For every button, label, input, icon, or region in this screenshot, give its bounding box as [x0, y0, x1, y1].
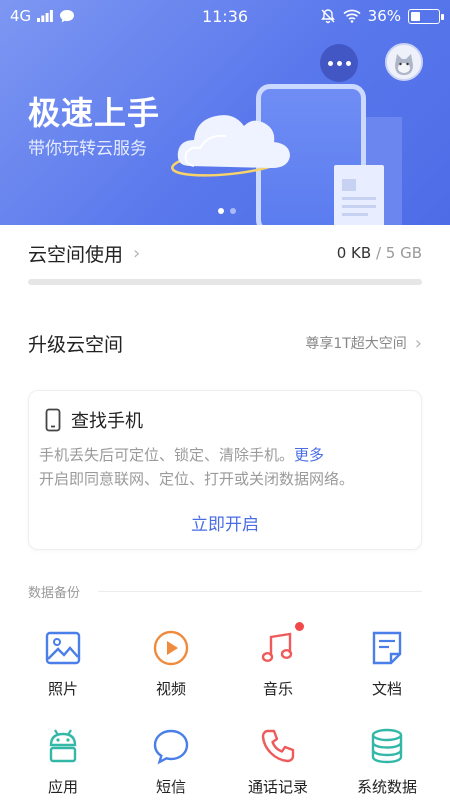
find-phone-description: 手机丢失后可定位、锁定、清除手机。更多 开启即同意联网、定位、打开或关闭数据网络… — [39, 443, 414, 491]
backup-item-label: 文档 — [371, 680, 402, 698]
cloud-usage-row[interactable]: 云空间使用 › 0 KB / 5 GB — [28, 238, 422, 268]
chevron-right-icon: › — [133, 242, 141, 264]
find-phone-desc-line2: 开启即同意联网、定位、打开或关闭数据网络。 — [39, 470, 355, 488]
network-type: 4G — [10, 7, 32, 25]
find-phone-desc-line1: 手机丢失后可定位、锁定、清除手机。 — [39, 446, 295, 464]
usage-value: 0 KB / 5 GB — [337, 244, 422, 262]
phone-call-icon — [258, 726, 298, 766]
mute-bell-icon — [320, 9, 335, 24]
find-phone-card: 查找手机 手机丢失后可定位、锁定、清除手机。更多 开启即同意联网、定位、打开或关… — [28, 390, 422, 550]
find-phone-more-link[interactable]: 更多 — [294, 446, 324, 464]
enable-find-phone-button[interactable]: 立即开启 — [29, 510, 421, 535]
backup-item-label: 短信 — [155, 778, 186, 796]
new-badge-dot — [295, 622, 304, 631]
backup-item-messages[interactable]: 短信 — [126, 726, 216, 797]
upgrade-storage-row[interactable]: 升级云空间 尊享1T超大空间 › — [28, 328, 422, 358]
hero-title: 极速上手 — [28, 94, 161, 132]
backup-item-label: 照片 — [47, 680, 78, 698]
message-icon — [151, 726, 191, 766]
hero-subtitle: 带你玩转云服务 — [28, 139, 147, 159]
signal-icon — [37, 10, 54, 22]
music-icon — [258, 622, 304, 668]
backup-item-label: 系统数据 — [356, 778, 417, 796]
chevron-right-icon: › — [414, 332, 422, 354]
battery-percent: 36% — [367, 7, 401, 25]
backup-item-music[interactable]: 音乐 — [233, 622, 323, 699]
backup-item-label: 音乐 — [262, 680, 293, 698]
upgrade-storage-hint: 尊享1T超大空间 — [305, 336, 407, 352]
backup-item-label: 视频 — [155, 680, 186, 698]
video-icon — [151, 628, 191, 668]
usage-total: 5 GB — [385, 244, 422, 262]
carousel-dot[interactable] — [230, 208, 236, 214]
illustration-cloud — [168, 100, 298, 194]
usage-separator: / — [371, 244, 386, 262]
user-avatar[interactable] — [385, 43, 423, 81]
backup-item-label: 通话记录 — [247, 778, 308, 796]
backup-section-label: 数据备份 — [28, 586, 81, 601]
photo-icon — [43, 628, 83, 668]
chat-notification-icon — [60, 9, 75, 22]
battery-icon — [408, 8, 444, 24]
document-icon — [367, 628, 407, 668]
usage-used: 0 KB — [336, 244, 372, 262]
backup-item-apps[interactable]: 应用 — [18, 726, 108, 797]
more-options-button[interactable] — [320, 44, 358, 82]
usage-progress-bar — [28, 279, 422, 285]
backup-item-photos[interactable]: 照片 — [18, 628, 108, 699]
backup-item-videos[interactable]: 视频 — [126, 628, 216, 699]
status-bar: 4G 11:36 36% — [0, 0, 450, 32]
hero-banner[interactable]: 4G 11:36 36% 极速上手 带你玩转云服务 — [0, 0, 450, 225]
section-divider — [98, 591, 422, 592]
carousel-dot-active[interactable] — [218, 208, 224, 214]
database-icon — [367, 726, 407, 766]
wifi-icon — [343, 9, 361, 23]
find-phone-title: 查找手机 — [71, 411, 143, 432]
avatar-cat-icon — [387, 45, 421, 79]
smartphone-icon — [45, 408, 61, 432]
cloud-usage-title: 云空间使用 — [28, 243, 124, 266]
backup-item-documents[interactable]: 文档 — [342, 628, 432, 699]
backup-item-system-data[interactable]: 系统数据 — [342, 726, 432, 797]
backup-item-label: 应用 — [47, 778, 78, 796]
upgrade-storage-title: 升级云空间 — [28, 333, 124, 356]
backup-item-call-log[interactable]: 通话记录 — [233, 726, 323, 797]
carousel-indicator[interactable] — [218, 208, 236, 214]
illustration-document — [334, 165, 384, 225]
android-app-icon — [43, 726, 83, 766]
